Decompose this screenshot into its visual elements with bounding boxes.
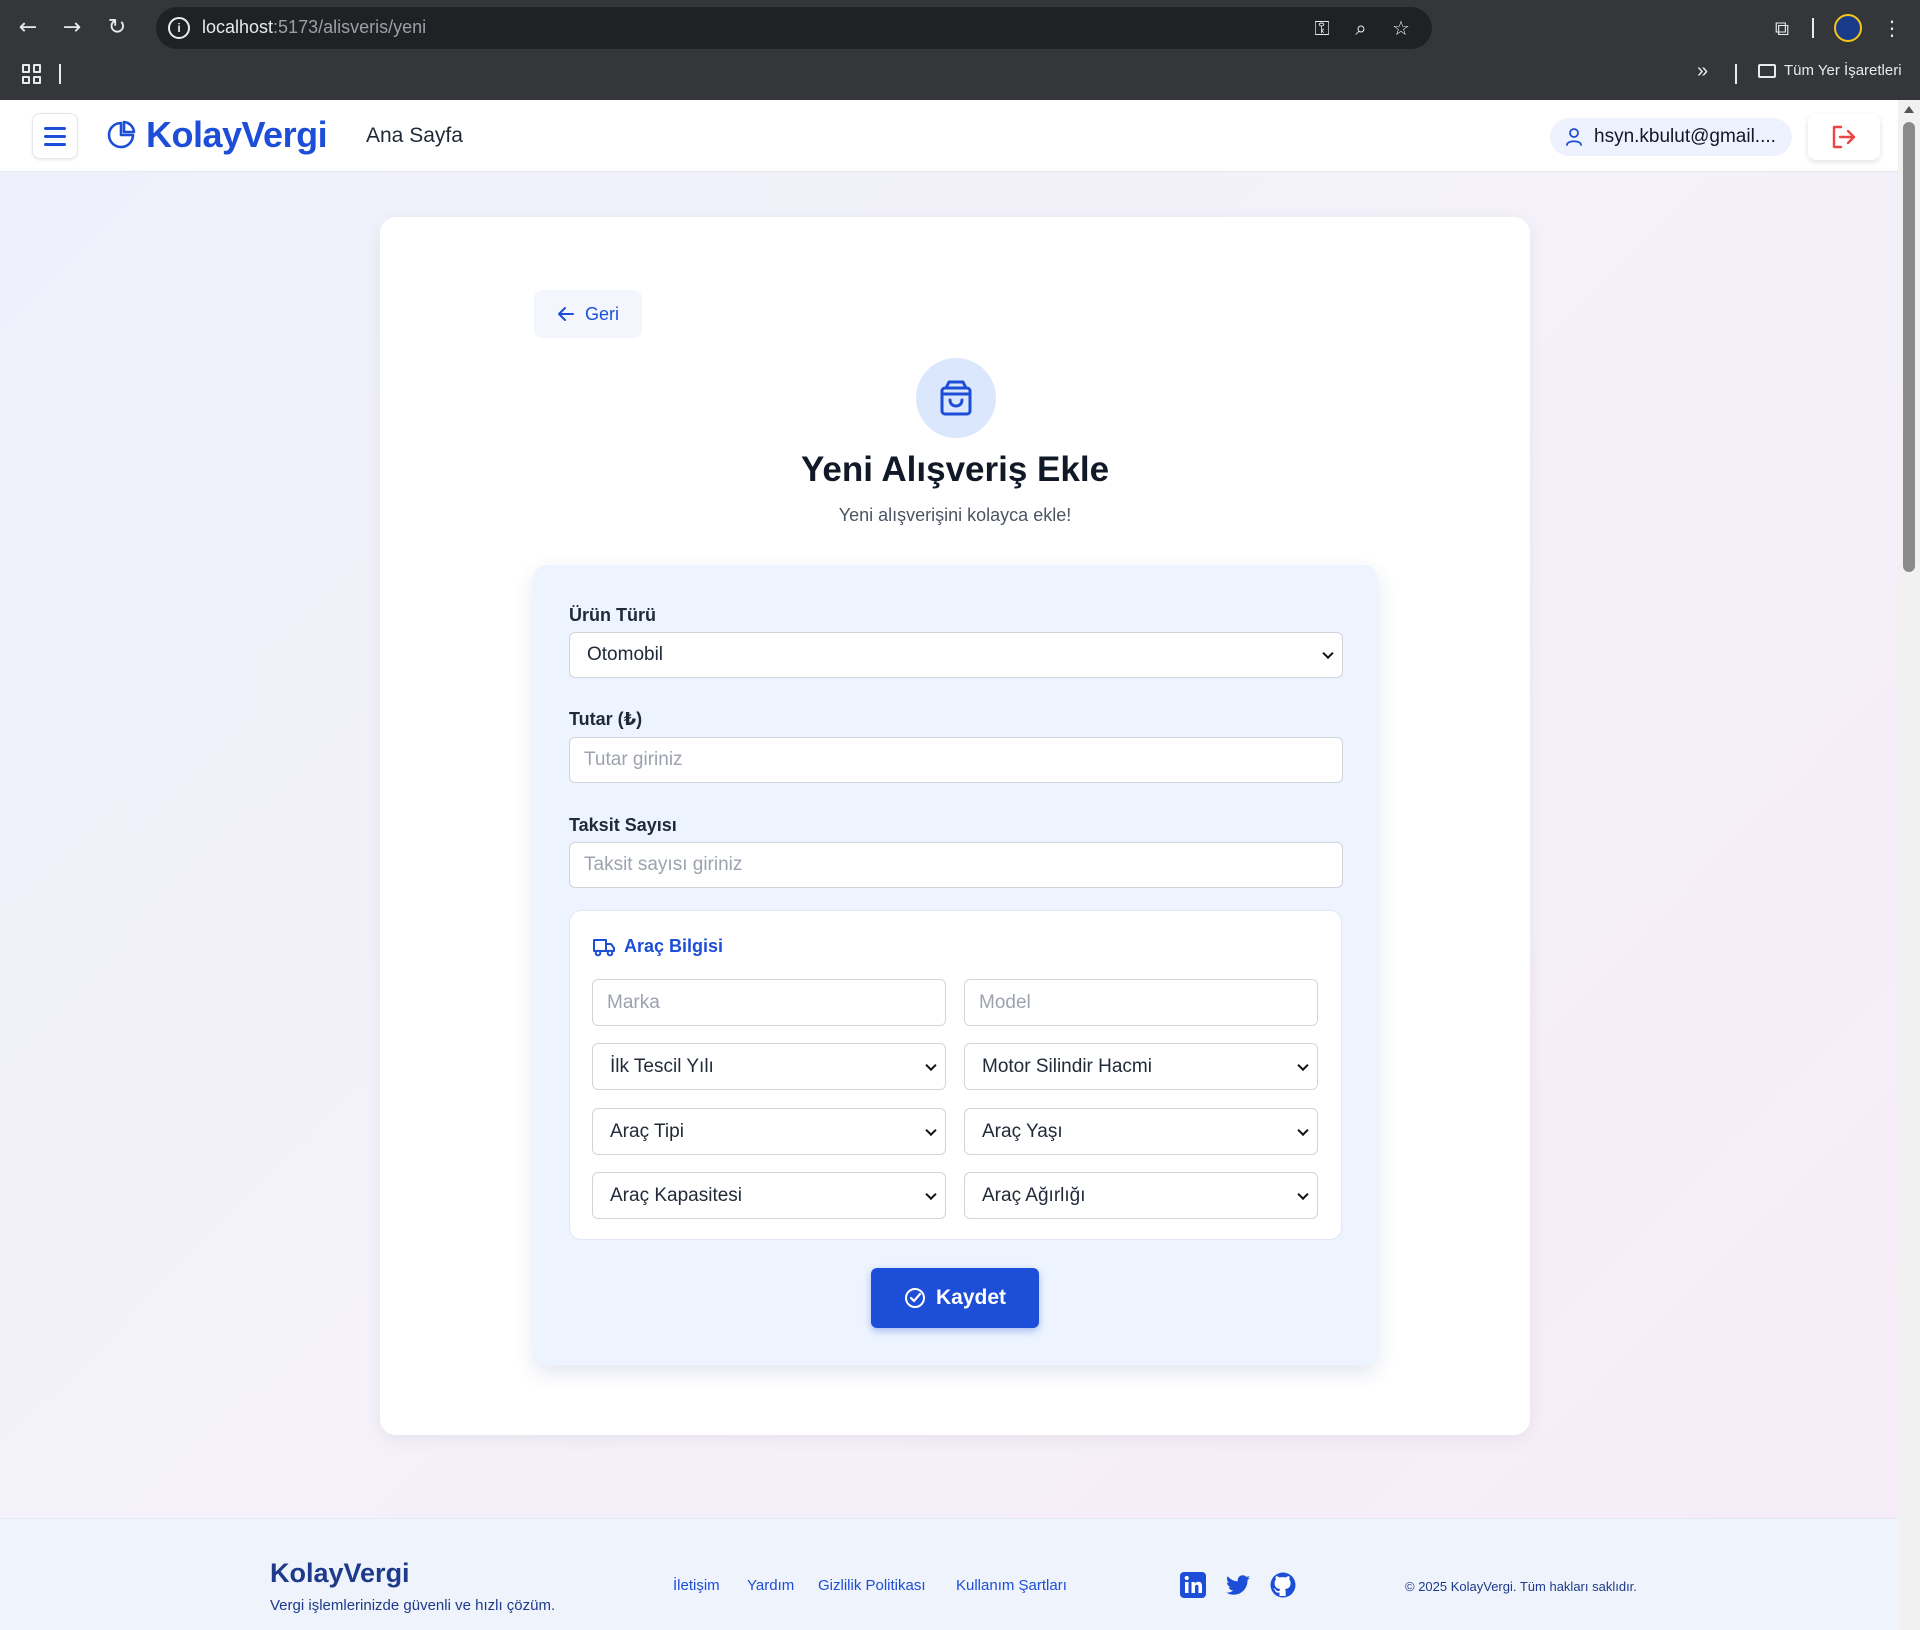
product-type-select[interactable]: Otomobil (569, 632, 1343, 678)
divider (59, 64, 61, 84)
brand-name: KolayVergi (146, 114, 328, 155)
amount-label: Tutar (₺) (569, 709, 643, 729)
footer-brand: KolayVergi (270, 1558, 410, 1588)
chevron-down-icon (1297, 1188, 1309, 1200)
star-icon[interactable]: ☆ (1388, 15, 1414, 41)
user-icon (1566, 128, 1582, 146)
vehicle-age-select[interactable]: Araç Yaşı (964, 1108, 1318, 1155)
model-placeholder: Model (979, 991, 1031, 1013)
nav-home-link[interactable]: Ana Sayfa (366, 124, 463, 148)
shopping-bag-badge (916, 358, 996, 438)
all-bookmarks-label: Tüm Yer İşaretleri (1784, 62, 1902, 79)
chevron-down-icon (1297, 1059, 1309, 1071)
profile-avatar[interactable] (1834, 14, 1862, 42)
app-header: KolayVergi Ana Sayfa hsyn.kbulut@gmail..… (0, 100, 1898, 172)
key-icon[interactable]: ⚿ (1309, 15, 1335, 41)
user-menu[interactable]: hsyn.kbulut@gmail.... (1550, 118, 1792, 156)
amount-input[interactable]: Tutar giriniz (569, 737, 1343, 783)
arrow-left-icon (557, 307, 574, 321)
kebab-menu-icon[interactable]: ⋮ (1876, 12, 1908, 44)
check-circle-icon (904, 1288, 925, 1308)
footer-link-terms[interactable]: Kullanım Şartları (956, 1577, 1067, 1594)
divider (1812, 18, 1814, 38)
chevron-down-icon (1297, 1124, 1309, 1136)
page-title: Yeni Alışveriş Ekle (800, 450, 1110, 489)
product-type-label: Ürün Türü (569, 605, 656, 625)
chevron-down-icon (925, 1059, 937, 1071)
footer-copyright: © 2025 KolayVergi. Tüm hakları saklıdır. (1405, 1579, 1637, 1594)
product-type-value: Otomobil (587, 644, 664, 665)
page-scrollbar[interactable] (1898, 100, 1920, 1630)
folder-icon (1758, 63, 1776, 78)
back-button[interactable]: Geri (534, 290, 642, 338)
github-icon[interactable] (1269, 1571, 1297, 1599)
address-bar[interactable]: i localhost:5173/alisveris/yeni ⚿ ⌕ ☆ (156, 7, 1432, 49)
truck-icon (593, 938, 615, 956)
engine-volume-value: Motor Silindir Hacmi (982, 1055, 1152, 1077)
url-text[interactable]: localhost:5173/alisveris/yeni (202, 17, 426, 38)
shopping-bag-icon (940, 380, 972, 416)
vehicle-type-select[interactable]: Araç Tipi (592, 1108, 946, 1155)
vehicle-type-value: Araç Tipi (610, 1120, 684, 1142)
registration-year-select[interactable]: İlk Tescil Yılı (592, 1043, 946, 1090)
browser-chrome: ← → ↻ i localhost:5173/alisveris/yeni ⚿ … (0, 0, 1920, 100)
installments-label: Taksit Sayısı (569, 815, 677, 835)
installments-input[interactable]: Taksit sayısı giriniz (569, 842, 1343, 888)
bookmarks-overflow-icon[interactable]: » (1697, 60, 1708, 83)
footer-link-privacy[interactable]: Gizlilik Politikası (818, 1577, 926, 1594)
page-subtitle: Yeni alışverişini kolayca ekle! (838, 505, 1072, 525)
extensions-icon[interactable]: ⧉ (1766, 12, 1798, 44)
chevron-down-icon (1322, 647, 1334, 660)
save-button[interactable]: Kaydet (871, 1268, 1039, 1328)
footer-tagline: Vergi işlemlerinizde güvenli ve hızlı çö… (270, 1597, 556, 1614)
scroll-up-arrow-icon[interactable] (1904, 106, 1914, 113)
vehicle-capacity-value: Araç Kapasitesi (610, 1184, 743, 1206)
installments-placeholder: Taksit sayısı giriniz (584, 854, 743, 875)
footer-link-help[interactable]: Yardım (747, 1577, 794, 1594)
apps-grid-icon[interactable] (22, 64, 42, 84)
reload-icon[interactable]: ↻ (101, 12, 133, 44)
amount-placeholder: Tutar giriniz (584, 749, 683, 770)
brand-placeholder: Marka (607, 991, 660, 1013)
divider (1735, 64, 1737, 84)
engine-volume-select[interactable]: Motor Silindir Hacmi (964, 1043, 1318, 1090)
site-info-icon[interactable]: i (168, 17, 190, 39)
brand-logo[interactable]: KolayVergi (106, 114, 328, 156)
chevron-down-icon (925, 1124, 937, 1136)
back-arrow-icon[interactable]: ← (12, 12, 44, 44)
vehicle-info-label: Araç Bilgisi (624, 936, 724, 956)
vehicle-weight-value: Araç Ağırlığı (982, 1184, 1086, 1206)
vehicle-capacity-select[interactable]: Araç Kapasitesi (592, 1172, 946, 1219)
model-input[interactable]: Model (964, 979, 1318, 1026)
vehicle-age-value: Araç Yaşı (982, 1120, 1063, 1142)
pie-chart-icon (107, 120, 136, 149)
brand-input[interactable]: Marka (592, 979, 946, 1026)
user-email: hsyn.kbulut@gmail.... (1594, 126, 1776, 147)
chevron-down-icon (925, 1188, 937, 1200)
vehicle-info-title: Araç Bilgisi (592, 936, 723, 957)
save-label: Kaydet (935, 1286, 1007, 1309)
forward-arrow-icon[interactable]: → (56, 12, 88, 44)
hamburger-menu-button[interactable] (32, 113, 78, 159)
zoom-icon[interactable]: ⌕ (1348, 15, 1374, 41)
footer-link-contact[interactable]: İletişim (673, 1577, 720, 1594)
linkedin-icon[interactable] (1179, 1571, 1207, 1599)
back-label: Geri (584, 303, 619, 324)
scrollbar-thumb[interactable] (1903, 122, 1915, 572)
all-bookmarks[interactable]: Tüm Yer İşaretleri (1758, 62, 1902, 79)
vehicle-weight-select[interactable]: Araç Ağırlığı (964, 1172, 1318, 1219)
registration-year-value: İlk Tescil Yılı (610, 1055, 714, 1077)
logout-button[interactable] (1764, 114, 1880, 160)
twitter-icon[interactable] (1224, 1571, 1252, 1599)
logout-icon (1832, 125, 1856, 149)
